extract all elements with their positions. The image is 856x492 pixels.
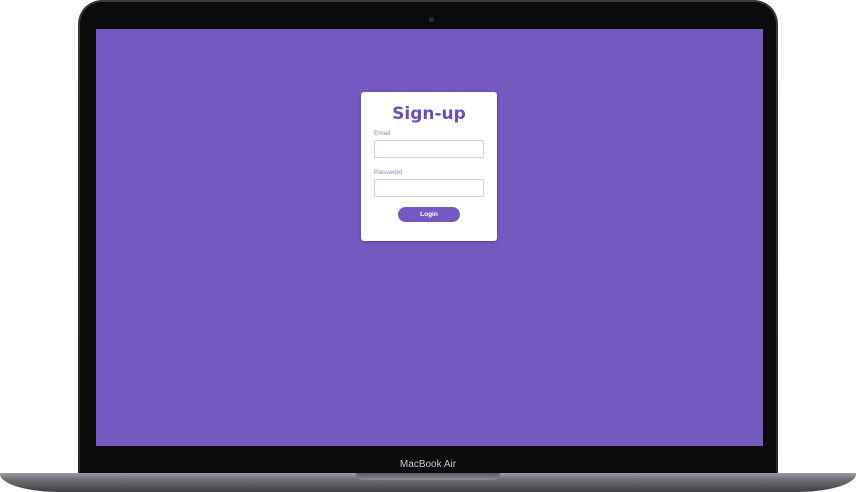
password-group: Password xyxy=(374,169,484,197)
laptop-lid: Sign-up Email Password Login xyxy=(78,0,778,474)
signup-card: Sign-up Email Password Login xyxy=(361,92,497,241)
email-group: Email xyxy=(374,130,484,158)
laptop-hinge-notch xyxy=(356,473,500,480)
laptop-mockup: Sign-up Email Password Login MacBook Air xyxy=(0,0,856,492)
screen-bezel: Sign-up Email Password Login xyxy=(80,2,776,474)
page-title: Sign-up xyxy=(392,104,466,124)
email-label: Email xyxy=(374,130,391,137)
device-label: MacBook Air xyxy=(399,459,457,470)
app-screen: Sign-up Email Password Login xyxy=(96,29,763,446)
camera-icon xyxy=(429,17,434,22)
password-label: Password xyxy=(374,169,403,176)
email-field[interactable] xyxy=(374,140,484,158)
login-button[interactable]: Login xyxy=(398,207,460,222)
password-field[interactable] xyxy=(374,179,484,197)
